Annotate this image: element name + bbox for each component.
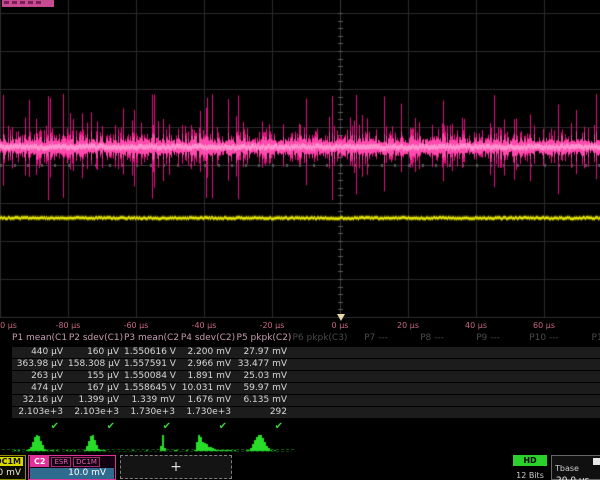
c2-esr-badge: ESR [51,457,71,467]
param-header-1[interactable]: P1 mean(C1) [12,332,68,345]
measure-cell: 33.477 mV [236,359,292,370]
param-header-6: P6 pkpk(C3) [292,332,348,345]
measure-cell: 25.03 mV [236,371,292,382]
c1-coupling-badge: DC1M [0,457,23,466]
measure-cell: 2.103e+3 [12,407,68,418]
measure-cell: 1.676 mV [180,395,236,406]
tbase-time-per-div: 20.0 µs [552,475,600,480]
time-label-5: 0 µs [332,321,349,330]
histicon-p4[interactable] [180,433,236,453]
oscilloscope-screen: -100 µs -80 µs -60 µs -40 µs -20 µs 0 µs 20 µs… [0,0,600,480]
histicon-row [12,433,600,453]
measure-cell: 160 µV [68,347,124,358]
cropped-toolbar-fragment [2,0,54,7]
time-label-2: -60 µs [124,321,149,330]
measure-cell: 474 µV [12,383,68,394]
measure-cell: 167 µV [68,383,124,394]
tbase-marker-square [593,458,600,465]
measure-row-4: 32.16 µV1.399 µV1.339 mV1.676 mV6.135 mV [12,395,600,406]
measure-cell: 10.031 mV [180,383,236,394]
hd-bits-label: 12 Bits [513,471,547,480]
histicon-p2[interactable] [68,433,124,453]
measure-cell: 1.558645 V [124,383,180,394]
measure-row-5: 2.103e+32.103e+31.730e+31.730e+3292 [12,407,600,418]
measure-cell: 1.550084 V [124,371,180,382]
measure-cell: 1.730e+3 [124,407,180,418]
add-channel-button[interactable]: + [120,455,232,479]
c2-header: C2 ESR DC1M [29,456,115,467]
waveform-display[interactable] [0,0,600,318]
measure-cell: 59.97 mV [236,383,292,394]
c1-volts-per-div: 10.0 mV [0,468,21,478]
measure-row-2: 263 µV155 µV1.550084 V1.891 mV25.03 mV [12,371,600,382]
param-header-4[interactable]: P4 sdev(C2) [180,332,236,345]
histicon-p1[interactable] [12,433,68,453]
measure-cell: 440 µV [12,347,68,358]
measure-cell: 2.103e+3 [68,407,124,418]
status-check-icon: ✔ [68,420,124,433]
time-axis: -100 µs -80 µs -60 µs -40 µs -20 µs 0 µs 20 µs… [0,318,600,332]
status-check-icon: ✔ [236,420,292,433]
param-header-3[interactable]: P3 mean(C2) [124,332,180,345]
measure-cell: 292 [236,407,292,418]
time-label-3: -40 µs [192,321,217,330]
time-label-7: 40 µs [465,321,487,330]
measure-row-1: 363.98 µV158.308 µV1.557591 V2.966 mV33.… [12,359,600,370]
measure-cell: 1.399 µV [68,395,124,406]
time-label-0: -100 µs [0,321,17,330]
param-header-9: P9 --- [460,332,516,345]
measure-row-3: 474 µV167 µV1.558645 V10.031 mV59.97 mV [12,383,600,394]
c2-label: C2 [30,456,49,467]
measure-cell: 1.557591 V [124,359,180,370]
measure-cell: 155 µV [68,371,124,382]
measure-cell: 27.97 mV [236,347,292,358]
measure-cell: 1.891 mV [180,371,236,382]
param-header-5[interactable]: P5 pkpk(C2) [236,332,292,345]
hd-badge: HD [513,455,547,466]
measure-row-0: 440 µV160 µV1.550616 V2.200 mV27.97 mV [12,347,600,358]
param-header-7: P7 --- [348,332,404,345]
param-header-2[interactable]: P2 sdev(C1) [68,332,124,345]
waveform-canvas[interactable] [0,0,600,318]
measure-cell: 263 µV [12,371,68,382]
trigger-position-marker[interactable] [337,314,345,321]
timebase-descriptor[interactable]: Tbase 20.0 µs [551,455,600,480]
param-header-10: P10 --- [516,332,572,345]
status-check-icon: ✔ [124,420,180,433]
channel-descriptor-bar: DC1M 10.0 mV C2 ESR DC1M 10.0 mV + HD 12… [0,455,600,480]
measure-cell: 2.966 mV [180,359,236,370]
measure-cell: 1.730e+3 [180,407,236,418]
status-check-icon: ✔ [12,420,68,433]
time-label-1: -80 µs [56,321,81,330]
time-label-4: -20 µs [260,321,285,330]
plus-icon: + [170,459,182,475]
histicon-p5[interactable] [236,433,292,453]
status-check-icon: ✔ [180,420,236,433]
c2-coupling-badge: DC1M [73,457,100,467]
histicon-p3[interactable] [124,433,180,453]
measure-cell: 1.550616 V [124,347,180,358]
measure-cell: 1.339 mV [124,395,180,406]
tbase-label: Tbase [552,464,579,474]
measurement-table: P1 mean(C1)P2 sdev(C1)P3 mean(C2)P4 sdev… [12,332,600,434]
channel-c2-descriptor[interactable]: C2 ESR DC1M 10.0 mV [28,455,116,480]
measure-cell: 158.308 µV [68,359,124,370]
param-header-11: P11 [572,332,600,345]
time-label-6: 20 µs [397,321,419,330]
time-label-8: 60 µs [533,321,555,330]
channel-c1-descriptor[interactable]: DC1M 10.0 mV [0,455,26,480]
measure-cell: 2.200 mV [180,347,236,358]
param-header-8: P8 --- [404,332,460,345]
hd-mode-indicator[interactable]: HD 12 Bits [513,455,547,480]
measure-cell: 32.16 µV [12,395,68,406]
measure-cell: 363.98 µV [12,359,68,370]
measure-cell: 6.135 mV [236,395,292,406]
c2-volts-per-div: 10.0 mV [30,468,114,479]
